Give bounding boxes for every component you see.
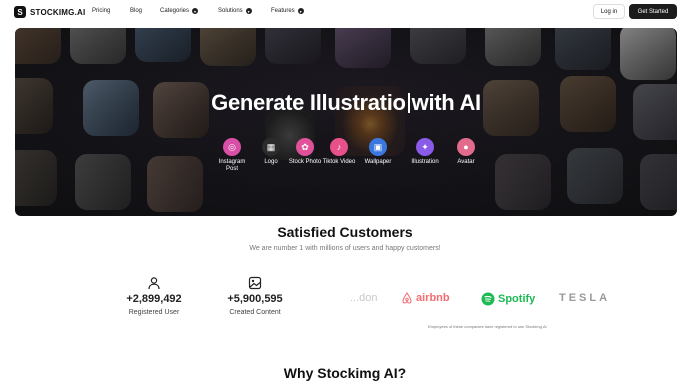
stat-label: Created Content bbox=[229, 309, 281, 316]
hero-title: Generate Illustratio with AI bbox=[15, 90, 677, 116]
instagram-icon: ◎ bbox=[223, 138, 241, 156]
stat-label: Registered User bbox=[128, 309, 180, 316]
nav-label: Categories bbox=[160, 8, 190, 14]
logo-mark-icon: S bbox=[14, 6, 26, 18]
brand-name: Spotify bbox=[498, 293, 536, 305]
sparkle-icon: ✦ bbox=[416, 138, 434, 156]
typing-cursor bbox=[407, 93, 410, 113]
airbnb-logo: airbnb bbox=[401, 292, 450, 304]
category-tiktok-video[interactable]: ♪ Tiktok Video bbox=[319, 138, 359, 166]
chevron-down-icon: ▾ bbox=[297, 8, 304, 14]
category-avatar[interactable]: ● Avatar bbox=[446, 138, 486, 166]
login-button[interactable]: Log in bbox=[593, 4, 625, 19]
section-title: Satisfied Customers bbox=[277, 224, 413, 240]
nav-item-blog[interactable]: Blog bbox=[130, 8, 142, 14]
stat-created-content: +5,900,595 Created Content bbox=[215, 276, 295, 316]
user-icon: ● bbox=[457, 138, 475, 156]
nav-item-pricing[interactable]: Pricing bbox=[92, 8, 110, 14]
hero-title-text: with AI bbox=[411, 90, 481, 115]
brand-logo[interactable]: S STOCKIMG.AI bbox=[14, 5, 85, 19]
chevron-down-icon: ▾ bbox=[192, 8, 199, 14]
tiktok-icon: ♪ bbox=[330, 138, 348, 156]
category-wallpaper[interactable]: ▣ Wallpaper bbox=[358, 138, 398, 166]
nav-label: Features bbox=[271, 8, 295, 14]
stat-registered-users: +2,899,492 Registered User bbox=[114, 276, 194, 316]
image-icon: ▣ bbox=[369, 138, 387, 156]
hero-overlay bbox=[15, 28, 677, 216]
camera-icon: ✿ bbox=[296, 138, 314, 156]
spotify-icon bbox=[481, 292, 495, 306]
category-label: Logo bbox=[264, 159, 278, 165]
nav-label: Solutions bbox=[218, 8, 243, 14]
nav-label: Blog bbox=[130, 8, 143, 14]
category-instagram-post[interactable]: ◎ Instagram Post bbox=[212, 138, 252, 173]
category-label: Tiktok Video bbox=[322, 159, 356, 165]
stat-value: +2,899,492 bbox=[126, 293, 182, 305]
grid-icon: ▦ bbox=[262, 138, 280, 156]
airbnb-icon bbox=[402, 292, 412, 304]
category-label: Avatar bbox=[457, 159, 475, 165]
partial-brand-logo: ...don bbox=[350, 292, 378, 304]
category-label: Illustration bbox=[411, 159, 439, 165]
get-started-button[interactable]: Get Started bbox=[629, 4, 677, 19]
spotify-logo: Spotify bbox=[481, 292, 535, 306]
category-label: Instagram Post bbox=[218, 159, 246, 172]
tesla-logo: TESLA bbox=[559, 292, 610, 304]
why-section-title: Why Stockimg AI? bbox=[283, 365, 407, 381]
category-label: Wallpaper bbox=[364, 159, 392, 165]
brand-name: TESLA bbox=[559, 292, 611, 304]
logo-text: STOCKIMG.AI bbox=[30, 7, 86, 17]
category-illustration[interactable]: ✦ Illustration bbox=[405, 138, 445, 166]
nav-item-categories[interactable]: Categories ▾ bbox=[160, 8, 199, 14]
brand-name: airbnb bbox=[416, 292, 450, 304]
brand-name: ...don bbox=[350, 292, 378, 304]
top-navigation: S STOCKIMG.AI Pricing Blog Categories ▾ S… bbox=[0, 0, 690, 25]
brands-note: Employees of these companies have regist… bbox=[428, 324, 547, 329]
hero-title-text: Generate Illustratio bbox=[211, 90, 406, 115]
section-subtitle: We are number 1 with millions of users a… bbox=[249, 245, 441, 252]
chevron-down-icon: ▾ bbox=[245, 8, 252, 14]
nav-item-solutions[interactable]: Solutions ▾ bbox=[218, 8, 252, 14]
user-outline-icon bbox=[148, 277, 160, 290]
nav-label: Pricing bbox=[92, 8, 111, 14]
image-outline-icon bbox=[248, 276, 262, 290]
stat-value: +5,900,595 bbox=[227, 293, 283, 305]
hero-banner: Generate Illustratio with AI ◎ Instagram … bbox=[15, 28, 677, 216]
nav-item-features[interactable]: Features ▾ bbox=[271, 8, 304, 14]
category-label: Stock Photo bbox=[288, 159, 322, 165]
